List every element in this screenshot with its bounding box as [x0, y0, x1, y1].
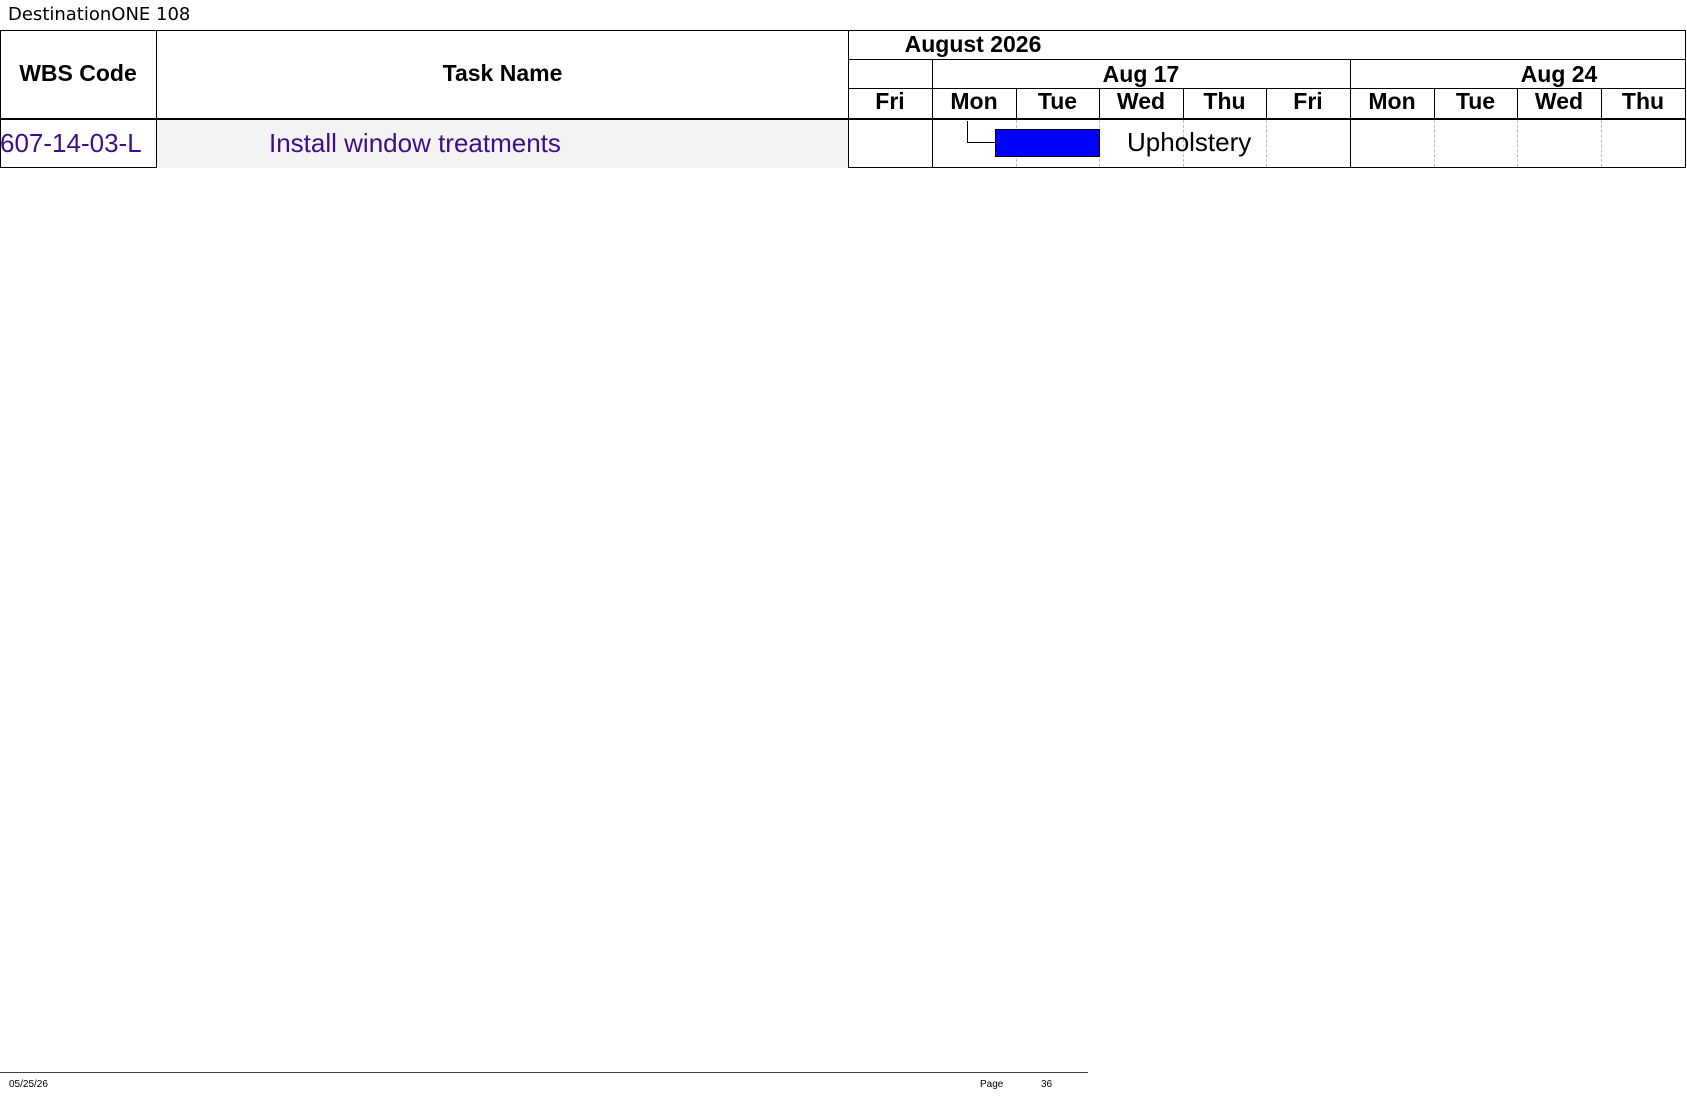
footer-page-number: 36 — [1041, 1079, 1053, 1090]
task-bar-label: Upholstery — [1127, 127, 1252, 157]
footer-date: 05/25/26 — [9, 1079, 48, 1090]
day-gridline — [1601, 120, 1602, 167]
dependency-link-horizontal — [967, 142, 996, 143]
timescale-day: Thu — [1203, 88, 1246, 114]
timescale-day: Fri — [1293, 88, 1323, 114]
footer-rule — [0, 1072, 1088, 1073]
day-gridline — [1517, 120, 1518, 167]
task-name-cell: Install window treatments — [269, 128, 561, 158]
day-gridline — [1434, 120, 1435, 167]
dependency-link-vertical — [967, 121, 968, 143]
month-row-divider — [848, 59, 1686, 60]
document-title: DestinationONE 108 — [8, 4, 191, 25]
timescale-day: Mon — [950, 88, 998, 114]
table-right-border — [1685, 30, 1686, 168]
timescale-day: Thu — [1621, 88, 1665, 114]
timescale-day: Wed — [1534, 88, 1584, 114]
column-header-wbs-code: WBS Code — [19, 60, 137, 86]
timescale-week: Aug 24 — [1520, 61, 1598, 87]
day-gridline — [1266, 120, 1267, 167]
timescale-day: Fri — [875, 88, 905, 114]
timescale-day: Tue — [1455, 88, 1496, 114]
timescale-day: Mon — [1368, 88, 1416, 114]
timescale-month: August 2026 — [904, 31, 1042, 57]
timescale-day: Wed — [1116, 88, 1166, 114]
timescale-day: Tue — [1037, 88, 1078, 114]
task-bar[interactable] — [995, 129, 1100, 157]
wbs-code-cell: 607-14-03-L — [0, 128, 142, 158]
table-top-border — [0, 30, 1686, 31]
footer-page-label: Page — [980, 1079, 1004, 1090]
timescale-week: Aug 17 — [1102, 61, 1180, 87]
column-header-task-name: Task Name — [442, 60, 563, 86]
